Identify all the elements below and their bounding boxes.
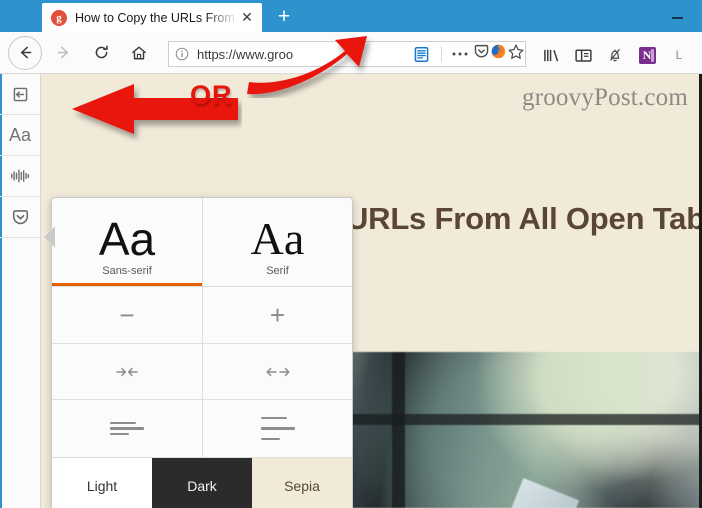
window-minimize-button[interactable] [662,0,692,32]
profile-avatar: L [675,48,683,62]
sidebar-icon [574,48,592,62]
browser-window: g How to Copy the URLs From All ✕ + http… [0,0,702,508]
width-narrow-icon [115,364,139,380]
content-width-narrow-button[interactable] [52,344,202,400]
profile-button[interactable]: L [663,42,695,68]
onenote-icon: N [638,46,656,64]
window-frame-bar [392,352,405,508]
pocket-save-button[interactable] [473,43,490,65]
title-bar: g How to Copy the URLs From All ✕ + [0,0,702,32]
reader-mode-icon[interactable] [408,43,434,65]
plus-icon: + [269,300,286,330]
page-actions-button[interactable] [447,43,473,65]
minimize-icon [671,17,683,19]
width-wide-icon [265,364,291,380]
line-height-increase-button[interactable] [202,400,352,457]
bookmark-star-button[interactable] [507,43,525,66]
content-area: Aa groovyPost.com URLs From All Open Tab… [0,74,702,508]
sidebar-button[interactable] [567,42,599,68]
toolbar-divider [441,46,442,62]
home-icon [132,46,146,59]
tab-title: How to Copy the URLs From All [75,10,238,25]
back-button[interactable] [8,35,42,70]
onenote-button[interactable]: N [631,42,663,68]
paper-sheet [510,477,580,508]
pocket-button[interactable] [0,197,40,238]
reload-button[interactable] [84,36,118,70]
url-text: https://www.groo [197,46,294,62]
line-height-row [52,400,352,457]
info-icon [175,47,189,61]
home-button[interactable] [122,36,156,70]
address-bar-icons [408,42,525,66]
font-serif-option[interactable]: Aa Serif [202,198,352,287]
address-bar[interactable]: https://www.groo [168,41,526,67]
notifications-button[interactable] [599,42,631,68]
library-button[interactable] [535,42,567,68]
library-icon [543,49,558,61]
line-height-decrease-icon [110,421,144,436]
forward-arrow-icon [57,46,68,59]
line-height-decrease-button[interactable] [52,400,202,457]
theme-light-button[interactable]: Light [52,458,152,508]
close-reader-view-button[interactable] [0,74,40,115]
narrate-button[interactable] [0,156,40,197]
back-arrow-icon [20,46,31,59]
bell-icon [610,48,620,62]
site-identity-icon[interactable] [169,42,195,66]
annotation-or-label: OR [190,80,233,110]
reload-icon [95,45,108,59]
ellipsis-icon [452,52,468,56]
close-reader-view-icon [13,87,27,101]
font-name-label: Sans-serif [102,265,152,277]
line-height-increase-icon [260,416,295,441]
reader-settings-popup: Aa Sans-serif Aa Serif − + Light Dark Se… [51,197,353,508]
font-name-label: Serif [266,265,289,277]
color-theme-row: Light Dark Sepia [52,457,352,508]
reader-view-toolbar: Aa [0,74,41,508]
font-size-row: − + [52,287,352,344]
font-preview-glyph: Aa [250,213,305,264]
font-preview-glyph: Aa [98,213,156,265]
site-watermark: groovyPost.com [522,84,688,111]
font-size-decrease-button[interactable]: − [52,287,202,344]
new-tab-button[interactable]: + [272,6,296,30]
star-icon [508,44,524,59]
font-sans-serif-option[interactable]: Aa Sans-serif [52,198,202,287]
tab-close-icon[interactable]: ✕ [238,9,256,27]
font-family-row: Aa Sans-serif Aa Serif [52,198,352,287]
narrate-icon [11,169,29,183]
tab-favicon: g [51,9,67,26]
theme-sepia-button[interactable]: Sepia [252,458,352,508]
browser-tab[interactable]: g How to Copy the URLs From All ✕ [42,3,262,32]
pocket-icon [474,44,489,58]
pocket-icon [12,209,28,224]
font-size-increase-button[interactable]: + [202,287,352,344]
browser-toolbar-right: N L [535,41,695,69]
forward-button[interactable] [46,36,80,70]
minus-icon: − [119,300,135,330]
reader-mode-glyph [414,46,428,62]
firefox-account-button[interactable] [490,43,507,65]
content-width-row [52,344,352,400]
firefox-account-icon [491,44,506,59]
theme-dark-button[interactable]: Dark [152,458,252,508]
content-width-wide-button[interactable] [202,344,352,400]
reader-type-controls-button[interactable]: Aa [0,115,40,156]
